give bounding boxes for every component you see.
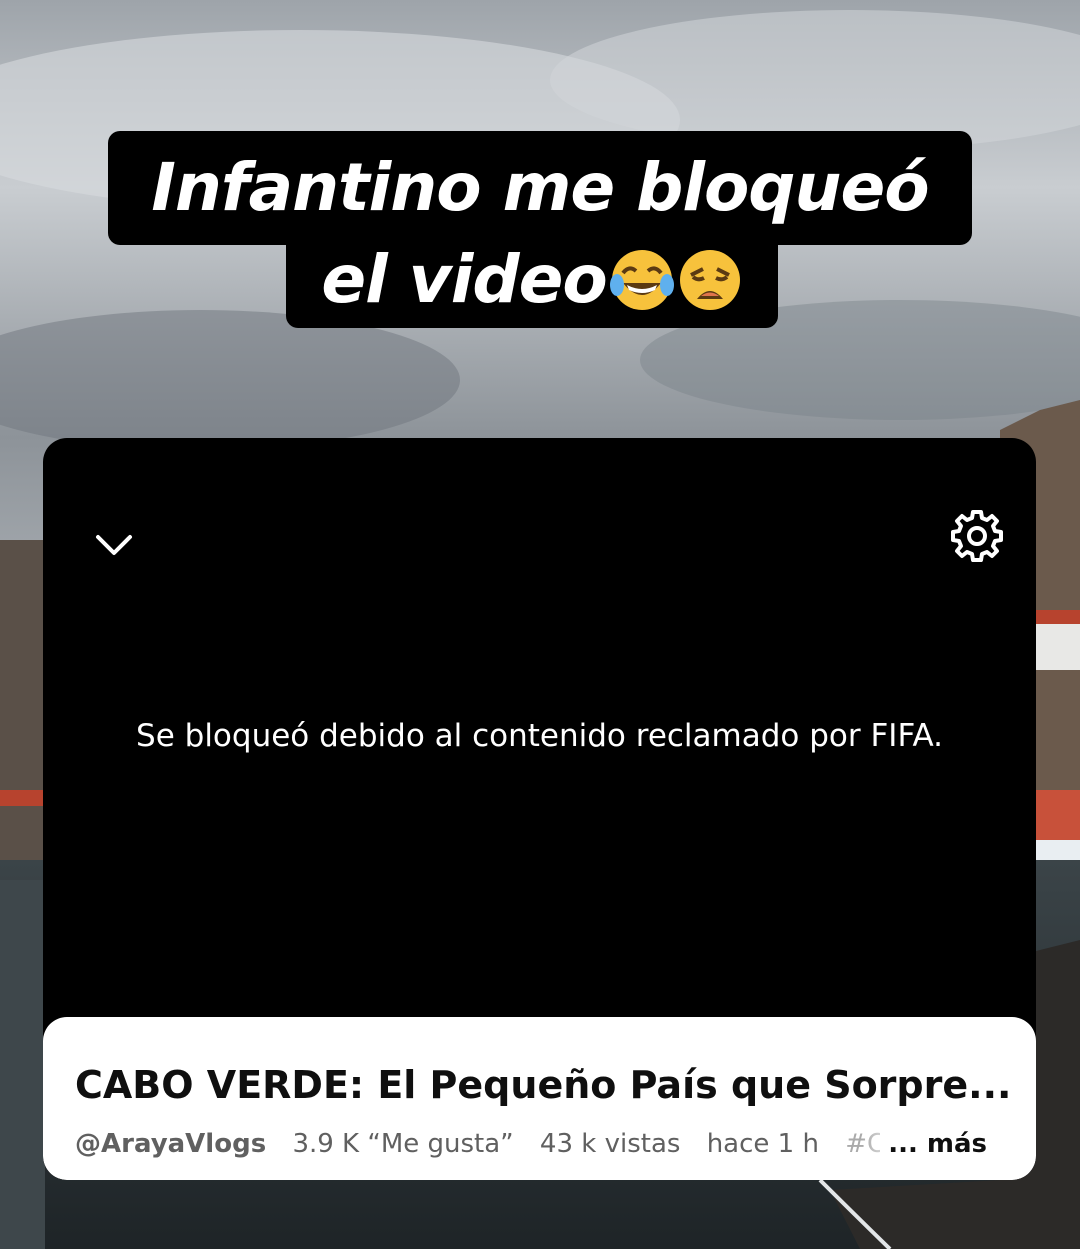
gear-icon[interactable]	[949, 508, 1005, 564]
blocked-message: Se bloqueó debido al contenido reclamado…	[136, 718, 943, 754]
caption-line-2: el video	[286, 232, 778, 328]
more-button[interactable]: ... más	[880, 1129, 987, 1159]
video-info-panel[interactable]: CABO VERDE: El Pequeño País que Sorpre..…	[43, 1017, 1036, 1180]
caption-line-1: Infantino me bloqueó	[108, 131, 972, 245]
video-title[interactable]: CABO VERDE: El Pequeño País que Sorpre..…	[75, 1063, 1011, 1107]
tears-of-joy-emoji-icon	[609, 250, 674, 310]
caption-text-2: el video	[321, 241, 607, 318]
video-player-card: Se bloqueó debido al contenido reclamado…	[43, 438, 1036, 1180]
chevron-down-icon[interactable]	[95, 526, 133, 564]
video-meta: @ArayaVlogs 3.9 K “Me gusta” 43 k vistas…	[75, 1129, 1005, 1165]
channel-handle[interactable]: @ArayaVlogs	[75, 1129, 266, 1159]
upload-time: hace 1 h	[706, 1129, 819, 1159]
views-count: 43 k vistas	[539, 1129, 681, 1159]
weary-face-emoji-icon	[679, 250, 740, 310]
likes-count: 3.9 K “Me gusta”	[292, 1129, 514, 1159]
caption-text-1: Infantino me bloqueó	[151, 149, 929, 226]
